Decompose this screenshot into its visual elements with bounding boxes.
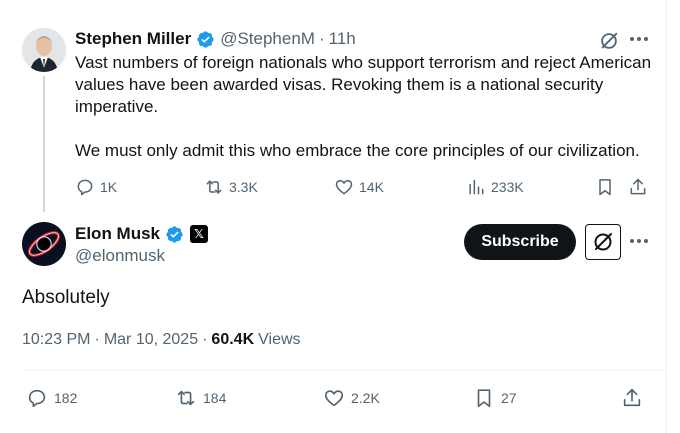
reply-count: 182	[54, 390, 78, 406]
verified-badge-icon	[165, 225, 184, 244]
reply-icon	[28, 389, 46, 408]
x-affiliate-icon[interactable]: 𝕏	[190, 225, 209, 243]
tweet-date[interactable]: Mar 10, 2025	[104, 331, 198, 349]
share-button[interactable]	[621, 386, 649, 410]
like-count: 2.2K	[351, 390, 380, 406]
like-button[interactable]: 14K	[334, 176, 384, 198]
like-count: 14K	[359, 179, 384, 195]
repost-icon	[177, 390, 195, 406]
repost-icon	[206, 180, 222, 194]
repost-count: 184	[203, 390, 227, 406]
views-count: 60.4K	[211, 331, 255, 348]
bookmark-count: 27	[501, 390, 517, 406]
tweet-paragraph: Vast numbers of foreign nationals who su…	[75, 53, 652, 116]
separator-dot: ·	[318, 29, 325, 48]
grok-icon[interactable]	[585, 224, 621, 260]
views-label: Views	[258, 331, 301, 348]
like-button[interactable]: 2.2K	[323, 386, 380, 410]
views-count: 233K	[491, 179, 524, 195]
tweet-meta: 10:23 PM · Mar 10, 2025 · 60.4K Views	[22, 331, 301, 349]
bookmark-icon	[477, 389, 491, 408]
reply-icon	[77, 179, 93, 196]
tweet-paragraph: We must only admit this who embrace the …	[75, 141, 640, 160]
separator-dot: ·	[94, 331, 100, 348]
subscribe-button[interactable]: Subscribe	[464, 224, 576, 260]
column-border	[666, 0, 667, 433]
reply-button[interactable]: 1K	[75, 176, 117, 198]
share-icon	[623, 388, 641, 407]
bookmark-button[interactable]	[595, 176, 620, 198]
author-handle[interactable]: @StephenM	[220, 29, 315, 49]
repost-button[interactable]: 3.3K	[204, 176, 258, 198]
quoted-tweet-header: Stephen Miller @StephenM · 11h	[75, 27, 356, 51]
bookmark-icon	[599, 179, 611, 196]
main-tweet-header: Elon Musk 𝕏	[75, 222, 209, 246]
quoted-tweet-text: Vast numbers of foreign nationals who su…	[75, 52, 660, 162]
repost-button[interactable]: 184	[175, 386, 226, 410]
more-icon[interactable]	[628, 28, 650, 50]
share-icon	[630, 178, 646, 195]
more-icon[interactable]	[628, 230, 650, 252]
divider	[22, 370, 666, 371]
author-handle[interactable]: @elonmusk	[75, 246, 165, 266]
stephen-miller-avatar[interactable]	[22, 28, 66, 72]
bookmark-button[interactable]: 27	[473, 386, 517, 410]
verified-badge-icon	[196, 30, 215, 49]
reply-count: 1K	[100, 179, 118, 195]
separator-dot: ·	[202, 331, 208, 348]
like-icon	[335, 180, 353, 195]
views-icon	[469, 179, 484, 195]
thread-connector-line	[43, 76, 45, 212]
reply-button[interactable]: 182	[26, 386, 77, 410]
timestamp[interactable]: 11h	[329, 29, 356, 49]
elon-musk-avatar[interactable]	[22, 222, 66, 266]
views-button[interactable]: 233K	[466, 176, 524, 198]
tweet-time[interactable]: 10:23 PM	[22, 331, 90, 349]
author-name[interactable]: Stephen Miller	[75, 29, 191, 49]
like-icon	[324, 390, 344, 407]
grok-icon[interactable]	[598, 30, 620, 52]
share-button[interactable]	[628, 176, 653, 198]
main-tweet-text: Absolutely	[22, 287, 110, 308]
author-name[interactable]: Elon Musk	[75, 224, 160, 244]
repost-count: 3.3K	[229, 179, 258, 195]
